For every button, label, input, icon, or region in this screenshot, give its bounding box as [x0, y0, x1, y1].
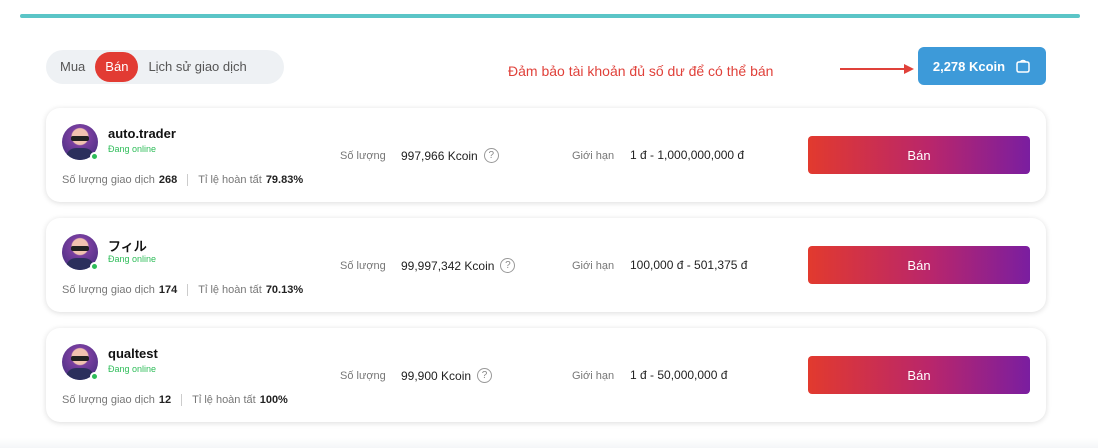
bottom-fade: [0, 438, 1098, 448]
offer-card: フィル Đang online Số lượng giao dịch 174 T…: [46, 218, 1046, 312]
quantity-value: 997,966 Kcoin ?: [401, 148, 499, 163]
tab-history[interactable]: Lịch sử giao dịch: [138, 52, 256, 82]
balance-label: 2,278 Kcoin: [932, 58, 1006, 74]
trades-count: 12: [158, 394, 172, 406]
trader-stats: Số lượng giao dịch 12 Tỉ lệ hoàn tất 100…: [62, 394, 288, 406]
completion-rate: 79.83%: [265, 174, 304, 186]
quantity-label: Số lượng: [340, 150, 386, 162]
sell-button[interactable]: Bán: [808, 246, 1030, 284]
limit-value: 100,000 đ - 501,375 đ: [630, 258, 748, 272]
tab-bar: Mua Bán Lịch sử giao dịch: [46, 50, 284, 84]
trader-name: フィル: [108, 239, 147, 254]
trades-count: 174: [158, 284, 178, 296]
help-icon[interactable]: ?: [483, 148, 499, 163]
limit-value: 1 đ - 50,000,000 đ: [630, 368, 728, 382]
limit-label: Giới hạn: [572, 260, 615, 272]
balance-notice: Đảm bảo tài khoản đủ số dư để có thể bán: [508, 63, 774, 79]
trader-status: Đang online: [108, 364, 157, 374]
completion-label: Tỉ lệ hoàn tất: [198, 284, 262, 296]
quantity-amount: 99,997,342 Kcoin: [401, 258, 495, 273]
arrow-right-icon: [840, 64, 914, 74]
sell-button[interactable]: Bán: [808, 356, 1030, 394]
limit-label: Giới hạn: [572, 150, 615, 162]
online-indicator: [90, 152, 99, 161]
completion-rate: 70.13%: [265, 284, 304, 296]
trades-label: Số lượng giao dịch: [62, 284, 155, 296]
wallet-icon: [1016, 59, 1030, 73]
quantity-label: Số lượng: [340, 370, 386, 382]
online-indicator: [90, 372, 99, 381]
trader-status: Đang online: [108, 254, 157, 264]
trades-count: 268: [158, 174, 178, 186]
help-icon[interactable]: ?: [477, 368, 493, 383]
completion-label: Tỉ lệ hoàn tất: [192, 394, 256, 406]
tab-buy[interactable]: Mua: [50, 52, 95, 82]
limit-label: Giới hạn: [572, 370, 615, 382]
offer-card: qualtest Đang online Số lượng giao dịch …: [46, 328, 1046, 422]
balance-button[interactable]: 2,278 Kcoin: [918, 47, 1046, 85]
tab-sell[interactable]: Bán: [95, 52, 139, 82]
trader-stats: Số lượng giao dịch 174 Tỉ lệ hoàn tất 70…: [62, 284, 303, 296]
trades-label: Số lượng giao dịch: [62, 394, 155, 406]
trader-name: auto.trader: [108, 126, 176, 141]
trader-stats: Số lượng giao dịch 268 Tỉ lệ hoàn tất 79…: [62, 174, 303, 186]
trader-status: Đang online: [108, 144, 157, 154]
quantity-amount: 997,966 Kcoin: [401, 148, 478, 163]
trader-name: qualtest: [108, 346, 158, 361]
limit-value: 1 đ - 1,000,000,000 đ: [630, 148, 745, 162]
offer-card: auto.trader Đang online Số lượng giao dị…: [46, 108, 1046, 202]
completion-label: Tỉ lệ hoàn tất: [198, 174, 262, 186]
quantity-value: 99,900 Kcoin ?: [401, 368, 493, 383]
quantity-label: Số lượng: [340, 260, 386, 272]
trades-label: Số lượng giao dịch: [62, 174, 155, 186]
online-indicator: [90, 262, 99, 271]
completion-rate: 100%: [259, 394, 288, 406]
top-divider: [20, 14, 1080, 18]
help-icon[interactable]: ?: [500, 258, 516, 273]
quantity-amount: 99,900 Kcoin: [401, 368, 472, 383]
quantity-value: 99,997,342 Kcoin ?: [401, 258, 516, 273]
sell-button[interactable]: Bán: [808, 136, 1030, 174]
